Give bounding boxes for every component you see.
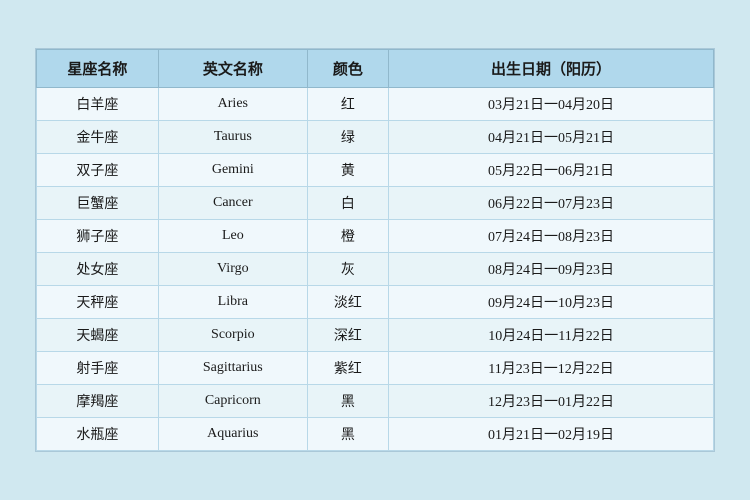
table-row: 天蝎座Scorpio深红10月24日一11月22日 [37, 319, 714, 352]
cell-english: Cancer [158, 187, 307, 220]
cell-chinese: 天蝎座 [37, 319, 159, 352]
cell-color: 淡红 [307, 286, 388, 319]
table-row: 金牛座Taurus绿04月21日一05月21日 [37, 121, 714, 154]
cell-english: Libra [158, 286, 307, 319]
cell-color: 紫红 [307, 352, 388, 385]
header-date: 出生日期（阳历） [389, 50, 714, 88]
cell-date: 07月24日一08月23日 [389, 220, 714, 253]
table-row: 处女座Virgo灰08月24日一09月23日 [37, 253, 714, 286]
cell-english: Aries [158, 88, 307, 121]
cell-english: Gemini [158, 154, 307, 187]
cell-chinese: 水瓶座 [37, 418, 159, 451]
table-row: 巨蟹座Cancer白06月22日一07月23日 [37, 187, 714, 220]
cell-date: 06月22日一07月23日 [389, 187, 714, 220]
cell-color: 白 [307, 187, 388, 220]
header-chinese: 星座名称 [37, 50, 159, 88]
cell-chinese: 金牛座 [37, 121, 159, 154]
cell-date: 10月24日一11月22日 [389, 319, 714, 352]
cell-chinese: 巨蟹座 [37, 187, 159, 220]
table-row: 双子座Gemini黄05月22日一06月21日 [37, 154, 714, 187]
cell-date: 11月23日一12月22日 [389, 352, 714, 385]
cell-color: 黄 [307, 154, 388, 187]
table-row: 白羊座Aries红03月21日一04月20日 [37, 88, 714, 121]
cell-english: Sagittarius [158, 352, 307, 385]
table-row: 射手座Sagittarius紫红11月23日一12月22日 [37, 352, 714, 385]
cell-date: 08月24日一09月23日 [389, 253, 714, 286]
cell-date: 03月21日一04月20日 [389, 88, 714, 121]
cell-date: 01月21日一02月19日 [389, 418, 714, 451]
cell-english: Capricorn [158, 385, 307, 418]
cell-chinese: 射手座 [37, 352, 159, 385]
table-row: 水瓶座Aquarius黑01月21日一02月19日 [37, 418, 714, 451]
cell-date: 09月24日一10月23日 [389, 286, 714, 319]
header-color: 颜色 [307, 50, 388, 88]
cell-color: 红 [307, 88, 388, 121]
cell-color: 深红 [307, 319, 388, 352]
cell-date: 05月22日一06月21日 [389, 154, 714, 187]
zodiac-table: 星座名称 英文名称 颜色 出生日期（阳历） 白羊座Aries红03月21日一04… [36, 49, 714, 451]
cell-english: Leo [158, 220, 307, 253]
zodiac-table-container: 星座名称 英文名称 颜色 出生日期（阳历） 白羊座Aries红03月21日一04… [35, 48, 715, 452]
cell-chinese: 狮子座 [37, 220, 159, 253]
cell-english: Aquarius [158, 418, 307, 451]
header-english: 英文名称 [158, 50, 307, 88]
cell-date: 04月21日一05月21日 [389, 121, 714, 154]
cell-color: 黑 [307, 385, 388, 418]
cell-chinese: 处女座 [37, 253, 159, 286]
cell-color: 黑 [307, 418, 388, 451]
cell-chinese: 天秤座 [37, 286, 159, 319]
cell-date: 12月23日一01月22日 [389, 385, 714, 418]
cell-english: Taurus [158, 121, 307, 154]
cell-color: 绿 [307, 121, 388, 154]
table-row: 天秤座Libra淡红09月24日一10月23日 [37, 286, 714, 319]
table-header-row: 星座名称 英文名称 颜色 出生日期（阳历） [37, 50, 714, 88]
cell-english: Scorpio [158, 319, 307, 352]
cell-english: Virgo [158, 253, 307, 286]
cell-chinese: 双子座 [37, 154, 159, 187]
cell-color: 灰 [307, 253, 388, 286]
table-row: 狮子座Leo橙07月24日一08月23日 [37, 220, 714, 253]
cell-color: 橙 [307, 220, 388, 253]
cell-chinese: 白羊座 [37, 88, 159, 121]
table-row: 摩羯座Capricorn黑12月23日一01月22日 [37, 385, 714, 418]
cell-chinese: 摩羯座 [37, 385, 159, 418]
table-body: 白羊座Aries红03月21日一04月20日金牛座Taurus绿04月21日一0… [37, 88, 714, 451]
